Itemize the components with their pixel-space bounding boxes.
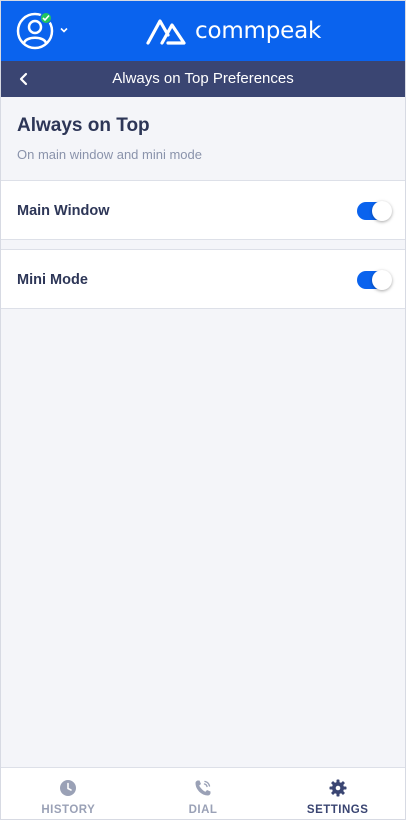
bottom-navigation: HISTORY DIAL SETTINGS [1, 767, 405, 819]
mini-mode-toggle[interactable] [357, 270, 392, 290]
nav-history[interactable]: HISTORY [1, 768, 136, 819]
nav-history-label: HISTORY [41, 804, 96, 816]
setting-row-main-window: Main Window [1, 180, 405, 240]
nav-dial-label: DIAL [188, 804, 218, 816]
commpeak-logo: commpeak [145, 13, 321, 49]
commpeak-logo-icon [146, 19, 186, 45]
nav-settings[interactable]: SETTINGS [270, 768, 405, 819]
logo-text: commpeak [195, 18, 322, 44]
clock-icon [60, 780, 77, 796]
toggle-knob [372, 201, 392, 221]
main-window-toggle[interactable] [357, 201, 392, 221]
mini-mode-label: Mini Mode [17, 272, 88, 288]
gear-icon [329, 779, 347, 797]
phone-icon [195, 780, 211, 796]
app-window: commpeak Always on Top Preferences Alway… [0, 0, 406, 820]
setting-row-mini-mode: Mini Mode [1, 249, 405, 309]
section-header: Always on Top On main window and mini mo… [17, 115, 202, 162]
toggle-knob [372, 270, 392, 290]
chevron-down-icon[interactable] [58, 24, 70, 36]
online-status-badge [40, 12, 52, 24]
top-header: commpeak [1, 1, 405, 61]
main-window-label: Main Window [17, 203, 110, 219]
sub-header: Always on Top Preferences [1, 61, 405, 97]
user-menu[interactable] [16, 12, 74, 50]
section-title: Always on Top [17, 115, 150, 136]
nav-dial[interactable]: DIAL [136, 768, 271, 819]
section-subtitle: On main window and mini mode [17, 147, 202, 162]
nav-settings-label: SETTINGS [306, 804, 369, 816]
page-title: Always on Top Preferences [112, 70, 294, 87]
